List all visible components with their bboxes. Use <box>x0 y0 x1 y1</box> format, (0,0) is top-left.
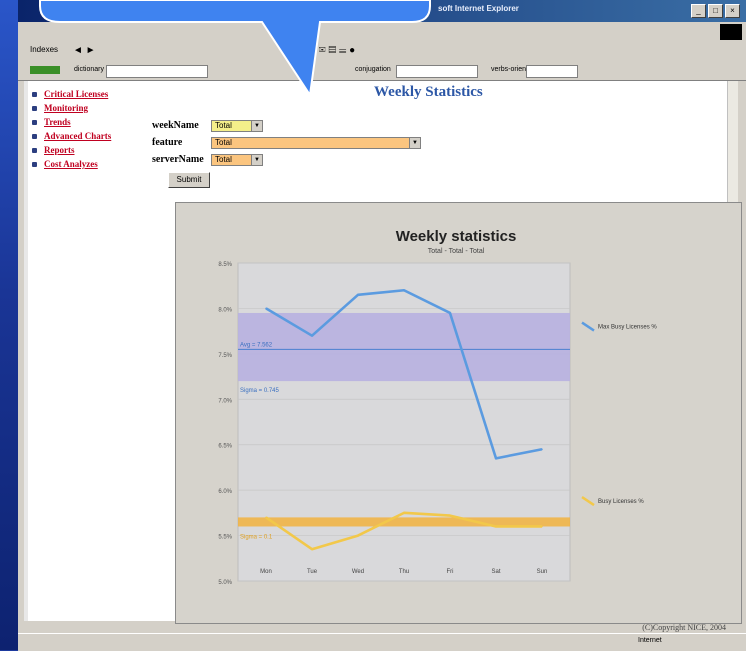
servername-label: serverName <box>152 154 204 165</box>
weekname-label: weekName <box>152 120 199 131</box>
busy-sigma-band <box>238 517 570 527</box>
feature-select[interactable]: Total ▼ <box>211 137 421 149</box>
y-tick-label: 7.5% <box>218 353 232 359</box>
nav-item-reports[interactable]: Reports <box>32 143 111 157</box>
bullet-icon <box>32 119 37 125</box>
max-sigma-band <box>238 312 570 382</box>
legend-label: Busy Licenses % <box>598 499 644 505</box>
x-tick-label: Fri <box>447 569 454 575</box>
nav-item-trends[interactable]: Trends <box>32 115 111 129</box>
nav-item-cost-analyzes[interactable]: Cost Analyzes <box>32 157 111 171</box>
data-point <box>495 457 497 460</box>
x-tick-label: Tue <box>307 569 318 575</box>
nav-item-advanced-charts[interactable]: Advanced Charts <box>32 129 111 143</box>
x-tick-label: Mon <box>260 569 272 575</box>
data-point <box>265 307 267 310</box>
sigma-annotation: Sigma = 0.745 <box>240 388 280 394</box>
data-point <box>541 448 543 451</box>
y-tick-label: 6.5% <box>218 444 232 450</box>
avg-annotation: Avg = 7.562 <box>240 342 273 348</box>
chevron-down-icon: ▼ <box>409 138 420 148</box>
chart-panel: Weekly statistics Total - Total - Total 8.… <box>175 202 742 624</box>
legend-label: Max Busy Licenses % <box>598 325 657 331</box>
chevron-down-icon: ▼ <box>251 155 262 165</box>
data-point <box>403 289 405 292</box>
data-point <box>357 534 359 537</box>
speech-balloon <box>39 0 431 98</box>
chevron-down-icon: ▼ <box>251 121 262 131</box>
x-tick-label: Sun <box>537 569 548 575</box>
x-tick-label: Sat <box>491 569 500 575</box>
data-point <box>265 516 267 519</box>
internet-zone: Internet <box>638 637 662 644</box>
y-tick-label: 8.0% <box>218 307 232 313</box>
data-point <box>403 512 405 514</box>
weekname-select[interactable]: Total ▼ <box>211 120 263 132</box>
page-content: Critical Licenses Monitoring Trends Adva… <box>24 81 742 632</box>
y-tick-label: 7.0% <box>218 398 232 404</box>
y-tick-label: 5.5% <box>218 535 232 541</box>
feature-label: feature <box>152 137 183 148</box>
data-point <box>495 525 497 528</box>
copyright-text: (C)Copyright NICE, 2004 <box>642 623 726 632</box>
weekly-statistics-chart: Weekly statistics Total - Total - Total 8.… <box>218 228 657 586</box>
data-point <box>311 334 313 337</box>
x-tick-label: Wed <box>352 569 364 575</box>
data-point <box>449 514 451 517</box>
bullet-icon <box>32 133 37 139</box>
legend-swatch <box>581 496 595 507</box>
bullet-icon <box>32 161 37 167</box>
data-point <box>449 312 451 314</box>
data-point <box>541 525 543 528</box>
legend-swatch <box>581 321 595 332</box>
busy-sigma-annotation: Sigma = 0.1 <box>240 534 273 540</box>
bullet-icon <box>32 147 37 153</box>
submit-button[interactable]: Submit <box>168 172 210 188</box>
servername-select[interactable]: Total ▼ <box>211 154 263 166</box>
x-tick-label: Thu <box>399 569 409 575</box>
data-point <box>357 294 359 296</box>
y-tick-label: 8.5% <box>218 262 232 268</box>
chart-subtitle: Total - Total - Total <box>428 248 485 255</box>
y-tick-label: 5.0% <box>218 580 232 586</box>
status-bar: Internet <box>18 633 746 651</box>
y-tick-label: 6.0% <box>218 489 232 495</box>
chart-title: Weekly statistics <box>396 228 517 245</box>
data-point <box>311 548 313 550</box>
